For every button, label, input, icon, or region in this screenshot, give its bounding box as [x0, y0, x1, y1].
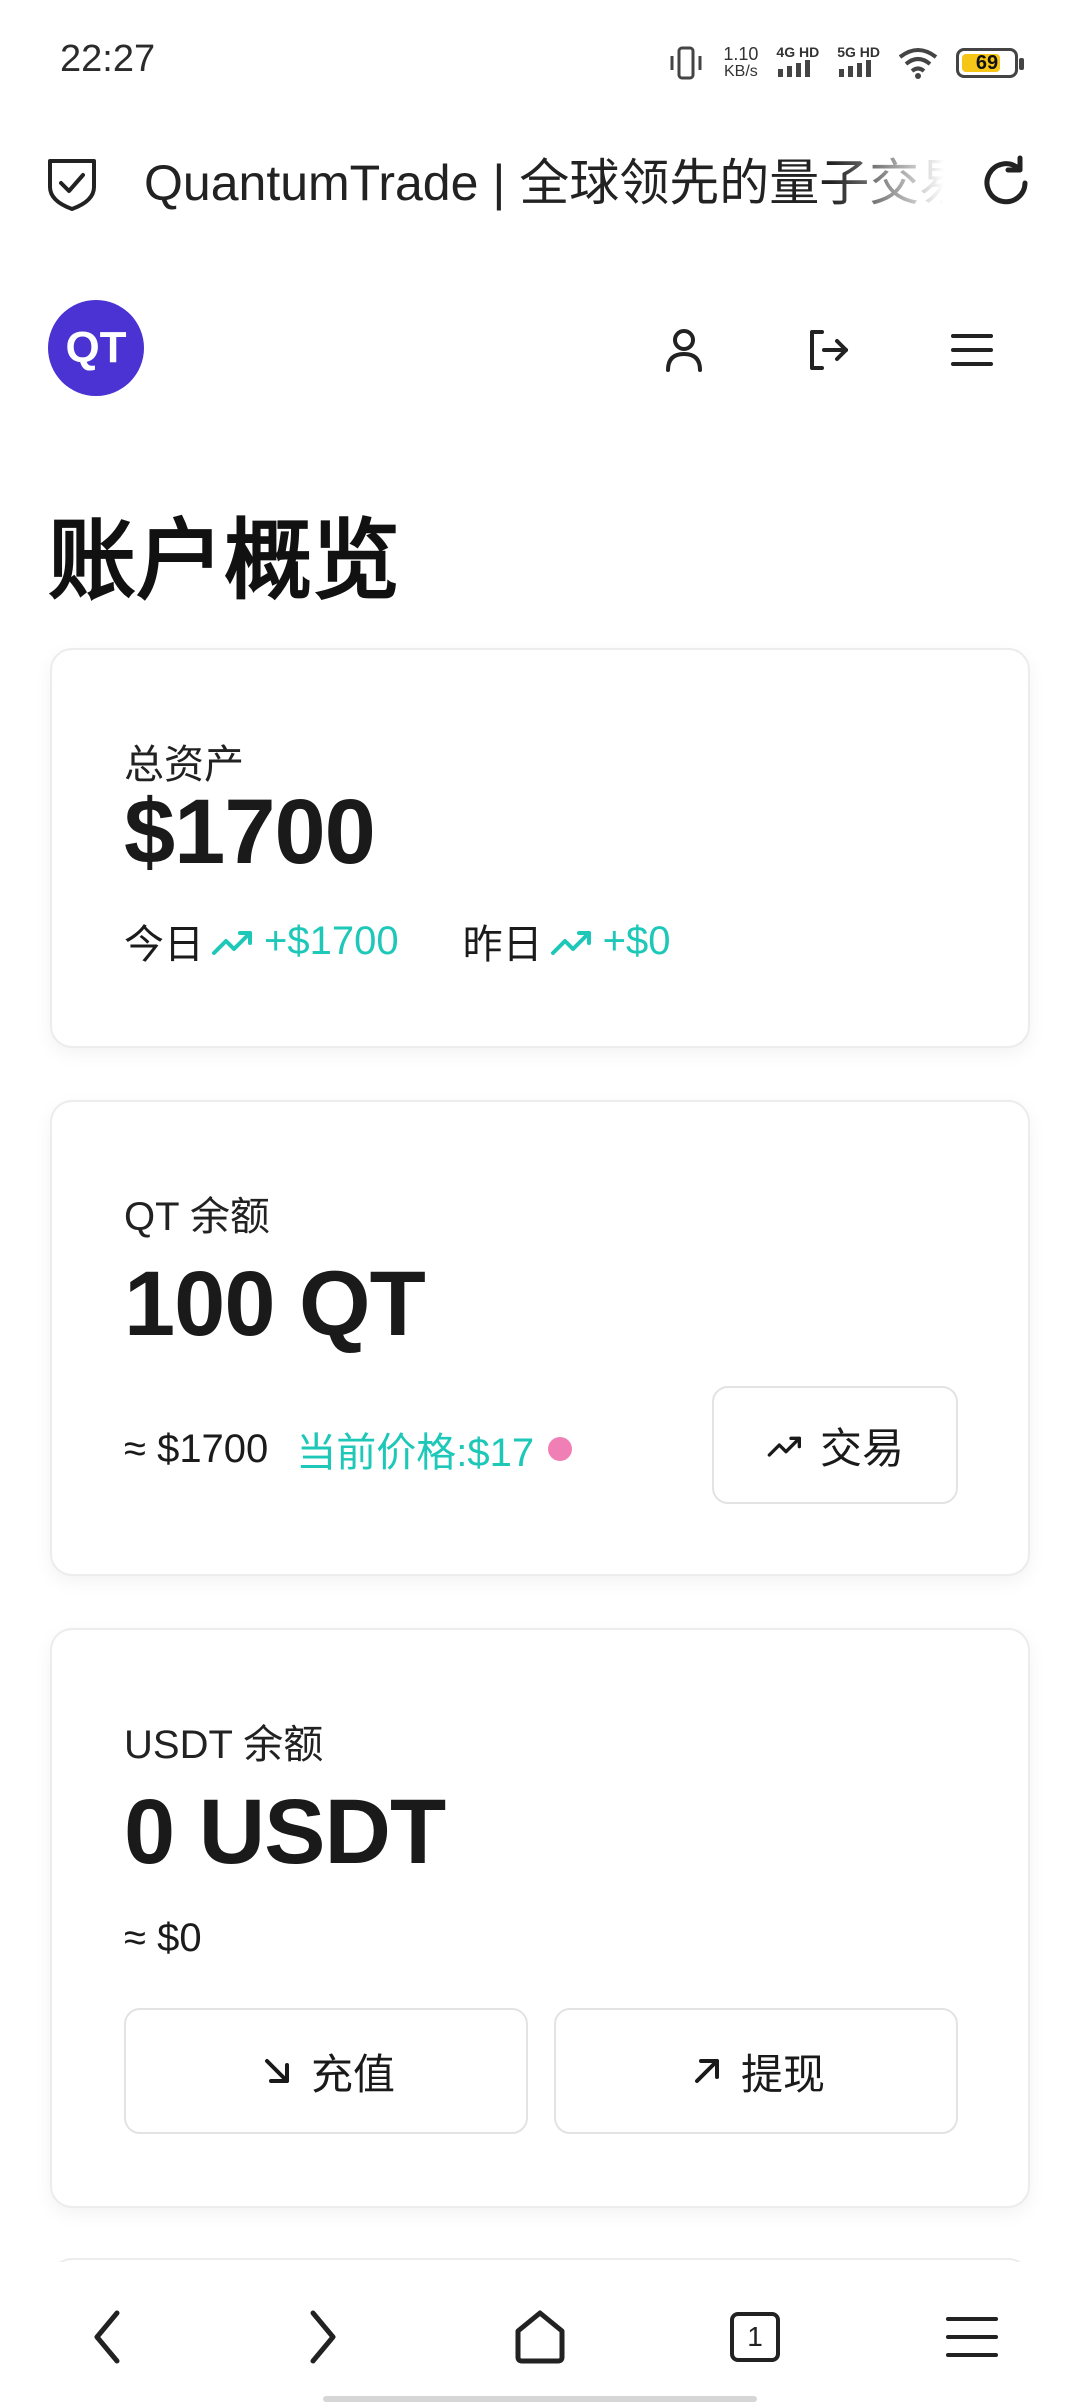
yesterday-label: 昨日 [462, 923, 543, 967]
arrow-down-right-icon [264, 2059, 289, 2083]
app-header: QT [0, 290, 1080, 400]
network-speed: 1.10 KB/s [723, 44, 759, 80]
trending-up-icon [550, 931, 591, 955]
qt-balance-label: QT 余额 [124, 1195, 270, 1239]
vibrate-icon [670, 46, 702, 80]
yesterday-change: +$0 [602, 918, 671, 963]
home-icon[interactable] [505, 2302, 575, 2372]
status-icons: 1.10 KB/s 4G HD 5G HD 69 [667, 38, 1024, 88]
browser-url-bar: QuantumTrade | 全球领先的量子交易平台 [0, 125, 1080, 240]
withdraw-button-label: 提现 [740, 2050, 825, 2098]
withdraw-button[interactable]: 提现 [554, 2008, 958, 2134]
arrow-up-right-icon [694, 2059, 719, 2083]
tab-count: 1 [730, 2312, 780, 2362]
forward-icon[interactable] [288, 2302, 358, 2372]
total-assets-card: 总资产 $1700 今日 +$1700 昨日 +$0 [50, 648, 1030, 1048]
qt-balance-card: QT 余额 100 QT ≈ $1700 当前价格:$17 交易 [50, 1100, 1030, 1576]
usdt-balance-value: 0 USDT [124, 1781, 446, 1883]
status-bar: 22:27 1.10 KB/s 4G HD 5G HD 69 [0, 0, 1080, 125]
page-url-title[interactable]: QuantumTrade | 全球领先的量子交易平台 [144, 151, 944, 215]
user-icon[interactable] [654, 320, 714, 380]
total-assets-value: $1700 [124, 781, 376, 883]
signal-bars-icon [778, 59, 811, 77]
wifi-icon [898, 48, 938, 79]
qt-approx-value: ≈ $1700 [124, 1426, 269, 1471]
trade-button[interactable]: 交易 [712, 1386, 958, 1504]
change-row: 今日 +$1700 昨日 +$0 [124, 912, 670, 970]
battery-icon: 69 [956, 48, 1024, 78]
usdt-balance-label: USDT 余额 [124, 1723, 324, 1767]
today-change: +$1700 [264, 918, 399, 963]
current-price: 当前价格:$17 [296, 1431, 535, 1475]
deposit-button[interactable]: 充值 [124, 2008, 528, 2134]
qt-logo[interactable]: QT [48, 300, 144, 396]
live-indicator-dot [548, 1437, 573, 1461]
usdt-balance-card: USDT 余额 0 USDT ≈ $0 充值 提现 [50, 1628, 1030, 2208]
back-icon[interactable] [72, 2302, 142, 2372]
qt-balance-value: 100 QT [124, 1253, 426, 1355]
tabs-icon[interactable]: 1 [720, 2302, 790, 2372]
signal-5g: 5G HD [837, 45, 880, 82]
today-label: 今日 [124, 923, 204, 967]
shield-check-icon[interactable] [42, 153, 102, 213]
menu-icon[interactable] [942, 320, 1002, 380]
signal-4g: 4G HD [776, 45, 819, 82]
status-time: 22:27 [60, 38, 156, 80]
signal-bars-icon [839, 59, 872, 77]
trade-button-label: 交易 [819, 1424, 904, 1472]
home-indicator [323, 2396, 757, 2402]
deposit-button-label: 充值 [310, 2050, 395, 2098]
reload-icon[interactable] [975, 152, 1037, 214]
usdt-approx-value: ≈ $0 [124, 1916, 202, 1960]
page-title: 账户概览 [48, 509, 401, 612]
browser-bottom-nav: 1 [0, 2262, 1080, 2408]
logout-icon[interactable] [798, 320, 858, 380]
qt-price-row: ≈ $1700 当前价格:$17 [124, 1420, 573, 1478]
menu-icon[interactable] [937, 2302, 1007, 2372]
trending-up-icon [212, 931, 252, 955]
trending-up-icon [767, 1436, 801, 1457]
